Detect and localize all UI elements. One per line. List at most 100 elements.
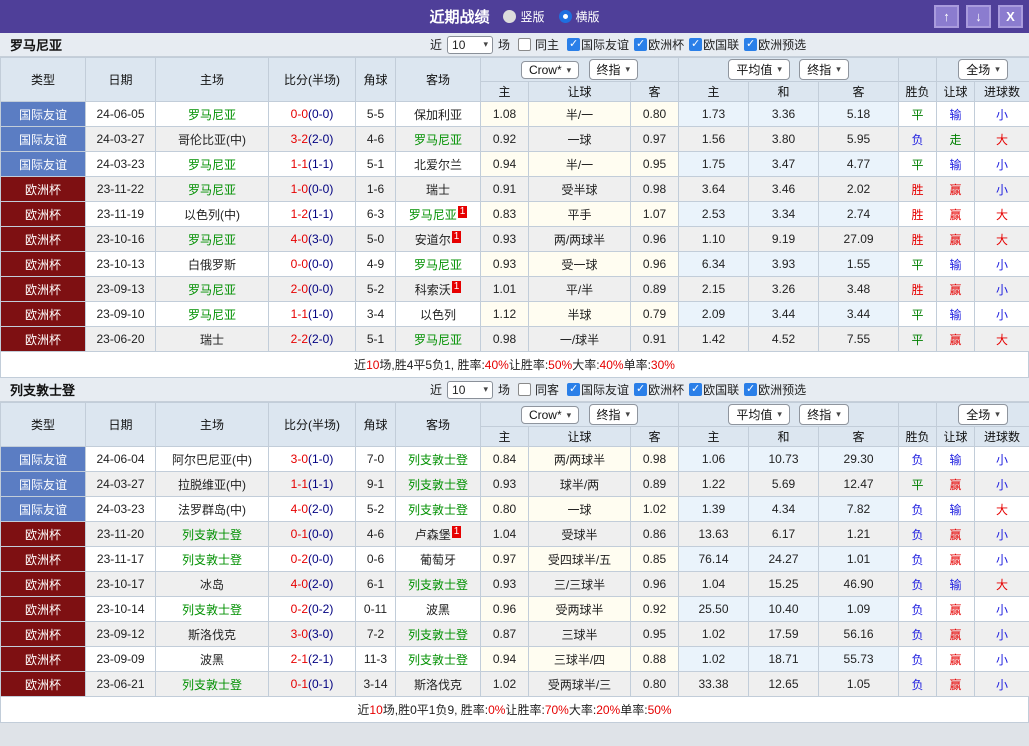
avg-home-cell: 1.10: [678, 226, 750, 252]
home-team: 瑞士: [155, 326, 269, 352]
close-icon: X: [1006, 9, 1015, 24]
competition-checkbox[interactable]: ✓: [689, 383, 703, 396]
avg-away-cell: 1.09: [818, 596, 900, 622]
odds-away-cell: 1.07: [629, 201, 680, 227]
avg-time-select[interactable]: 终指 ▾: [799, 404, 849, 425]
competition-checkbox[interactable]: ✓: [634, 383, 648, 396]
avg-draw-cell: 17.59: [748, 621, 820, 647]
avg-away-cell: 1.21: [818, 521, 900, 547]
score-cell: 3-2(2-0): [268, 126, 356, 152]
odds-handicap-cell: 半/一: [528, 151, 631, 177]
odds-company-select[interactable]: Crow* ▾: [520, 406, 580, 424]
goals-outcome-cell: 小: [974, 521, 1029, 547]
close-button[interactable]: X: [998, 5, 1023, 28]
scope-selector-cell: 全场 ▾: [936, 57, 1029, 82]
handicap-outcome-cell: 赢: [936, 596, 976, 622]
odds-handicap-cell: 受一球: [528, 251, 631, 277]
avg-draw-cell: 3.26: [748, 276, 820, 302]
avg-home-cell: 6.34: [678, 251, 750, 277]
match-date: 23-10-16: [85, 226, 156, 252]
odds-handicap-cell: 两/两球半: [528, 446, 631, 472]
odds-company-select[interactable]: Crow* ▾: [520, 61, 580, 79]
match-date: 24-03-27: [85, 471, 156, 497]
red-card-badge: 1: [457, 205, 468, 218]
goals-outcome-cell: 大: [974, 326, 1029, 352]
scope-select[interactable]: 全场 ▾: [958, 59, 1008, 80]
odds-handicap-cell: 两/两球半: [528, 226, 631, 252]
score-cell: 1-1(1-1): [268, 471, 356, 497]
chevron-down-icon: ▾: [777, 64, 782, 74]
odds-home-cell: 0.98: [480, 326, 529, 352]
move-down-button[interactable]: ↓: [966, 5, 991, 28]
handicap-outcome-cell: 输: [936, 446, 976, 472]
score-cell: 0-0(0-0): [268, 251, 356, 277]
filter-bar: 近 10 ▾ 场 同客 ✓ 国际友谊 ✓ 欧洲杯 ✓ 欧国联 ✓ 欧洲预选: [430, 380, 807, 399]
team-name: 罗马尼亚: [10, 38, 63, 53]
corners-cell: 6-1: [355, 571, 396, 597]
match-row: 欧洲杯 23-10-17 冰岛 4-0(2-0) 6-1 列支敦士登 0.93 三/三球半 0.…: [0, 571, 1029, 597]
odds-away-cell: 0.88: [629, 646, 680, 672]
avg-selector-cell: 平均值 ▾ 终指 ▾: [678, 402, 900, 427]
away-team: 罗马尼亚: [395, 251, 481, 277]
home-team: 罗马尼亚: [155, 301, 269, 327]
avg-draw-cell: 5.69: [748, 471, 820, 497]
away-team: 列支敦士登: [395, 446, 481, 472]
away-team: 列支敦士登: [395, 496, 481, 522]
score-cell: 0-2(0-0): [268, 546, 356, 572]
away-team: 科索沃 1: [395, 276, 481, 302]
handicap-outcome-cell: 赢: [936, 276, 976, 302]
match-row: 国际友谊 24-06-05 罗马尼亚 0-0(0-0) 5-5 保加利亚 1.08 半/一 0.…: [0, 101, 1029, 127]
competition-checkbox[interactable]: ✓: [744, 383, 758, 396]
odds-away-cell: 0.96: [629, 251, 680, 277]
same-venue-checkbox[interactable]: [518, 38, 532, 51]
competition-checkbox[interactable]: ✓: [567, 38, 581, 51]
match-date: 23-10-13: [85, 251, 156, 277]
same-venue-checkbox[interactable]: [518, 383, 532, 396]
match-date: 23-10-14: [85, 596, 156, 622]
view-option-horizontal[interactable]: 横版: [558, 8, 600, 25]
summary-row: 近 10 场,胜4平5负1, 胜率: 40% 让胜率: 50% 大率: 40% 单率: 30…: [0, 352, 1029, 378]
odds-time-select[interactable]: 终指 ▾: [588, 59, 639, 80]
handicap-outcome-cell: 赢: [936, 176, 976, 202]
match-row: 欧洲杯 23-06-20 瑞士 2-2(2-0) 5-1 罗马尼亚 0.98 一/球半 0.91…: [0, 326, 1029, 352]
scope-select[interactable]: 全场 ▾: [958, 404, 1008, 425]
match-count-select[interactable]: 10 ▾: [447, 35, 494, 54]
col-score: 比分(半场): [268, 57, 356, 102]
result-outcome-cell: 负: [898, 621, 938, 647]
match-count-select[interactable]: 10 ▾: [447, 380, 494, 399]
competition-checkbox[interactable]: ✓: [744, 38, 758, 51]
corners-cell: 7-0: [355, 446, 396, 472]
col-date: 日期: [85, 57, 156, 102]
avg-source-select[interactable]: 平均值 ▾: [728, 404, 790, 425]
summary-segment: 场,胜0平1负9, 胜率:: [382, 703, 489, 717]
avg-home-cell: 1.73: [678, 101, 750, 127]
competition-checkbox[interactable]: ✓: [567, 383, 581, 396]
avg-draw-cell: 15.25: [748, 571, 820, 597]
col-type: 类型: [0, 402, 86, 447]
col-home: 主场: [155, 402, 269, 447]
avg-time-select[interactable]: 终指 ▾: [799, 59, 849, 80]
match-date: 24-03-27: [85, 126, 156, 152]
radio-icon[interactable]: [503, 10, 517, 23]
competition-checkbox[interactable]: ✓: [689, 38, 703, 51]
move-up-button[interactable]: ↑: [934, 5, 959, 28]
view-option-vertical[interactable]: 竖版: [503, 8, 545, 25]
competition-checkbox-label: 欧洲预选: [758, 383, 807, 397]
col-type: 类型: [0, 57, 86, 102]
competition-checkbox[interactable]: ✓: [634, 38, 648, 51]
radio-icon[interactable]: [558, 10, 572, 23]
odds-away-cell: 0.95: [629, 151, 680, 177]
avg-home-cell: 1.02: [678, 621, 750, 647]
avg-away-cell: 46.90: [818, 571, 900, 597]
odds-time-select[interactable]: 终指 ▾: [588, 404, 639, 425]
avg-home-cell: 2.15: [678, 276, 750, 302]
odds-home-cell: 0.91: [480, 176, 529, 202]
avg-draw-cell: 3.36: [748, 101, 820, 127]
away-team: 北爱尔兰: [395, 151, 481, 177]
home-team: 哥伦比亚(中): [155, 126, 269, 152]
red-card-badge: 1: [451, 525, 462, 538]
col-avg-home: 主: [678, 426, 750, 447]
avg-source-select[interactable]: 平均值 ▾: [728, 59, 790, 80]
summary-segment: 近: [357, 703, 370, 717]
match-row: 欧洲杯 23-10-14 列支敦士登 0-2(0-2) 0-11 波黑 0.96 受两球半 0.…: [0, 596, 1029, 622]
